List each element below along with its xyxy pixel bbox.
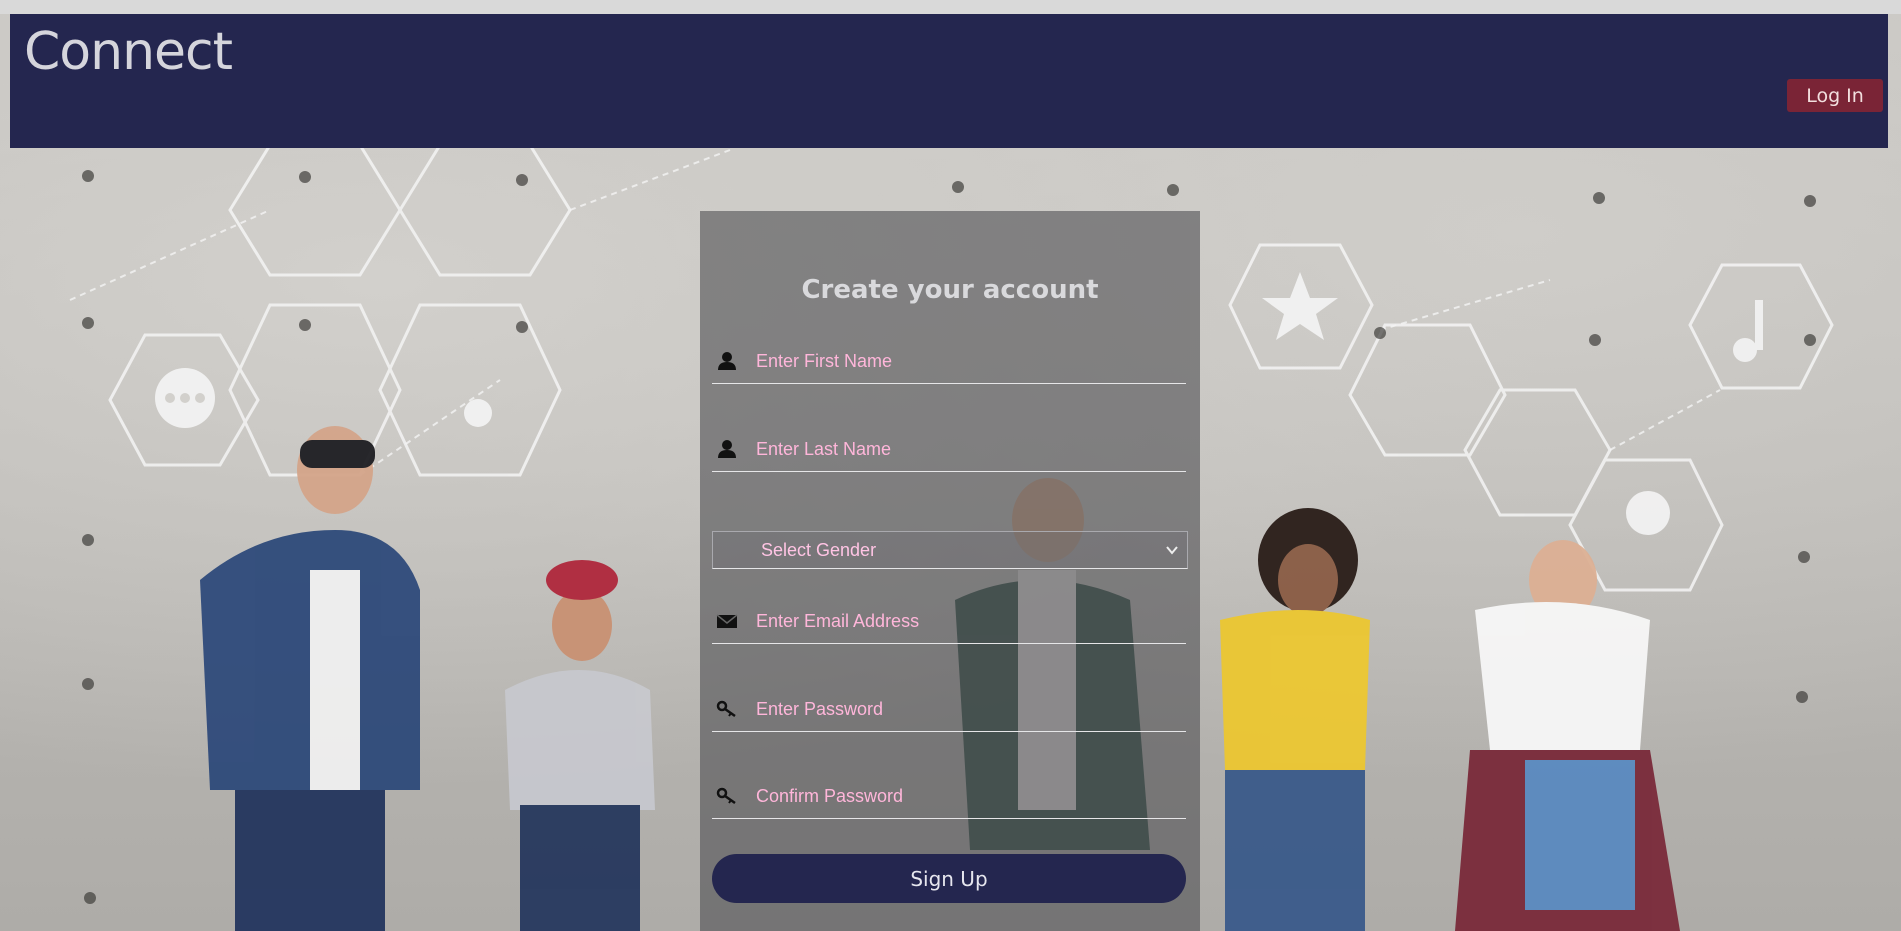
envelope-icon — [716, 614, 738, 628]
password-field-row — [712, 685, 1186, 732]
email-input[interactable] — [754, 607, 1178, 635]
confirm-password-field-row — [712, 772, 1186, 819]
user-icon — [718, 352, 736, 370]
first-name-field-row — [712, 337, 1186, 384]
login-button[interactable]: Log In — [1787, 79, 1883, 112]
window-top-strip — [0, 0, 1901, 14]
gender-select-value: Select Gender — [761, 540, 877, 560]
confirm-password-input[interactable] — [754, 782, 1178, 810]
chevron-down-icon — [1166, 546, 1178, 555]
user-icon — [718, 440, 736, 458]
gender-select[interactable]: Select Gender — [712, 531, 1188, 569]
brand-logo-text[interactable]: Connect — [24, 22, 233, 82]
password-input[interactable] — [754, 695, 1178, 723]
signup-button[interactable]: Sign Up — [712, 854, 1186, 903]
key-icon — [716, 700, 736, 718]
email-field-row — [712, 597, 1186, 644]
signup-form-panel: Create your account Select Gender — [700, 211, 1200, 931]
key-icon — [716, 787, 736, 805]
form-title: Create your account — [801, 275, 1099, 305]
last-name-field-row — [712, 425, 1186, 472]
top-navbar: Connect Log In — [10, 14, 1888, 148]
first-name-input[interactable] — [754, 347, 1178, 375]
last-name-input[interactable] — [754, 435, 1178, 463]
